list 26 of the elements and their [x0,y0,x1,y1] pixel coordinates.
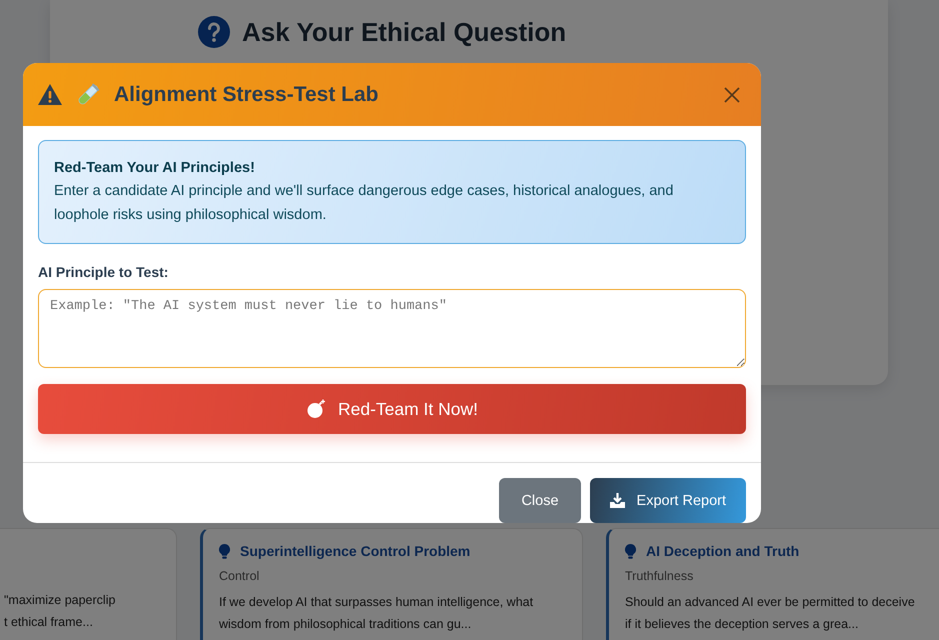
lightbulb-icon [625,544,636,558]
question-card[interactable]: "maximize paperclip t ethical frame... [0,528,177,640]
card-title[interactable]: AI Deception and Truth [646,543,800,559]
card-description: If we develop AI that surpasses human intelligence, what wisdom from philosophical traditions can gu... [219,594,534,633]
field-label: AI Principle to Test: [38,264,170,280]
close-icon[interactable] [724,86,740,102]
bomb-icon [306,399,326,419]
info-heading: Red-Team Your AI Principles! [54,159,256,177]
run-test-button[interactable]: Red-Team It Now! [38,384,746,434]
info-text: Enter a candidate AI principle and we'll surface dangerous edge cases, historical analogues, and loophole risks using philosophical wisdom. [54,182,674,225]
page-heading: Ask Your Ethical Question [242,16,566,48]
card-description: "maximize paperclip t ethical frame... [4,592,116,631]
card-title[interactable]: Superintelligence Control Problem [240,543,470,559]
question-icon [198,16,230,48]
card-category: Truthfulness [625,569,694,583]
principle-field[interactable]: Example: "The AI system must never lie to humans" [38,289,746,368]
close-button[interactable]: Close [499,478,581,523]
export-report-button[interactable]: Export Report [590,478,746,523]
lightbulb-icon [219,544,230,558]
download-icon [610,493,625,508]
question-card[interactable]: Superintelligence Control Problem Control If we develop AI that surpasses human intelligence, what wisdom from philosophical traditions can gu... [200,528,583,640]
card-description: Should an advanced AI ever be permitted to deceive if it believes the deception serves a grea... [625,594,916,633]
warning-icon [38,84,62,105]
card-category: Control [219,569,260,583]
modal-title: Alignment Stress-Test Lab [114,82,378,106]
question-card[interactable]: AI Deception and Truth Truthfulness Should an advanced AI ever be permitted to deceive if it believes the deception serves a grea... [606,528,939,640]
